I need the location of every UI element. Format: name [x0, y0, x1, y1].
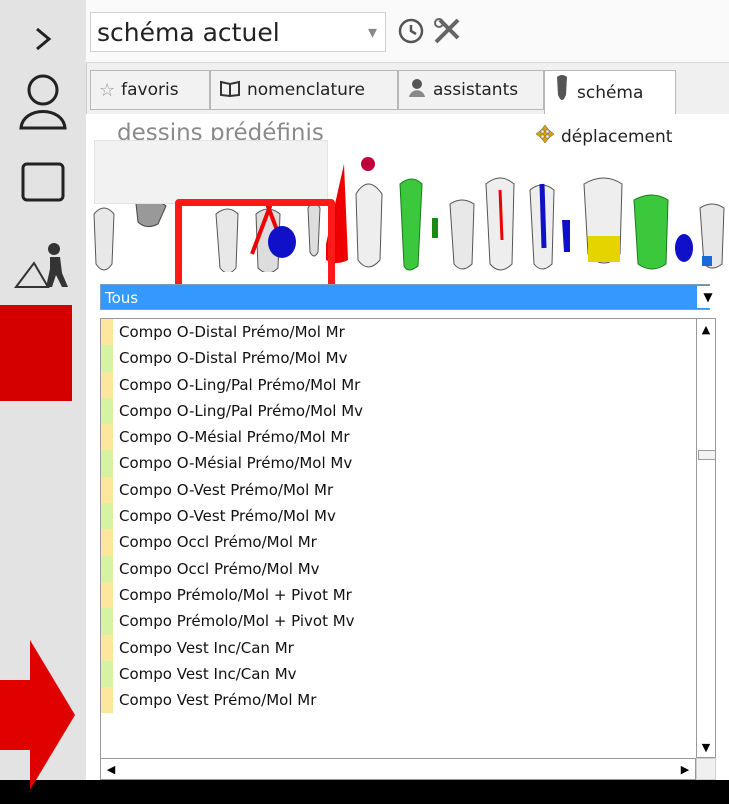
tab-bar: ☆ favoris nomenclature assistants schéma [86, 62, 729, 115]
worker-icon[interactable] [14, 236, 72, 294]
list-item-label: Compo O-Vest Prémo/Mol Mr [119, 480, 334, 499]
redacted-area [94, 140, 328, 204]
list-item-label: Compo Vest Prémo/Mol Mr [119, 691, 317, 710]
annotation-arrow-shape [0, 305, 72, 401]
scroll-down-icon[interactable]: ▼ [697, 737, 715, 757]
patient-icon[interactable] [14, 72, 72, 130]
list-item[interactable]: Compo Prémolo/Mol + Pivot Mv [101, 608, 697, 635]
app-window: schéma actuel ▾ ☆ favoris nomenclature a… [0, 0, 729, 780]
list-item[interactable]: Compo O-Mésial Prémo/Mol Mv [101, 450, 697, 477]
tab-favoris[interactable]: ☆ favoris [90, 70, 210, 110]
chevron-down-icon[interactable]: ▾ [368, 13, 377, 53]
list-item[interactable]: Compo O-Vest Prémo/Mol Mr [101, 476, 697, 504]
scroll-up-icon[interactable]: ▲ [697, 319, 715, 339]
tooth-icon [553, 73, 571, 112]
tab-label: nomenclature [247, 80, 365, 100]
list-item-label: Compo Occl Prémo/Mol Mv [119, 559, 320, 578]
schema-panel: dessins prédéfinis déplacement Tous ▼ Co… [86, 114, 729, 780]
scheme-select-value: schéma actuel [97, 18, 280, 47]
list-item[interactable]: Compo Occl Prémo/Mol Mr [101, 529, 697, 556]
tab-label: assistants [433, 80, 519, 100]
list-item-label: Compo O-Ling/Pal Prémo/Mol Mr [119, 375, 361, 394]
list-item[interactable]: Compo O-Ling/Pal Prémo/Mol Mv [101, 397, 697, 425]
list-item-label: Compo Occl Prémo/Mol Mr [119, 533, 317, 552]
assistant-icon [407, 78, 427, 103]
list-item-label: Compo O-Distal Prémo/Mol Mr [119, 323, 345, 341]
tooth-drawing[interactable] [675, 234, 693, 262]
drawing-list: Compo O-Distal Prémo/Mol Mr Compo O-Dist… [100, 318, 697, 760]
tooth-drawing[interactable] [529, 183, 555, 270]
scheme-select[interactable]: schéma actuel ▾ [90, 12, 386, 52]
history-icon[interactable] [394, 14, 428, 48]
list-item[interactable]: Compo O-Distal Prémo/Mol Mr [101, 319, 697, 346]
tooth-drawing[interactable] [449, 199, 475, 270]
highlight-box [175, 199, 335, 295]
book-icon [219, 79, 241, 102]
vertical-scrollbar[interactable]: ▲ ▼ [696, 318, 716, 758]
list-item[interactable]: Compo O-Distal Prémo/Mol Mv [101, 345, 697, 372]
tooth-drawing[interactable] [432, 218, 438, 238]
scroll-left-icon[interactable]: ◀ [101, 759, 121, 779]
tab-schema[interactable]: schéma [544, 70, 676, 115]
tab-nomenclature[interactable]: nomenclature [210, 70, 398, 110]
scrollbar-thumb[interactable] [698, 450, 716, 460]
list-item[interactable]: Compo Vest Prémo/Mol Mr [101, 687, 697, 714]
tooth-drawing[interactable] [399, 178, 423, 271]
tooth-drawing[interactable] [355, 157, 383, 268]
scheme-toolbar: schéma actuel ▾ [86, 0, 729, 63]
scroll-right-icon[interactable]: ▶ [675, 759, 695, 779]
tab-label: schéma [577, 82, 644, 103]
tab-assistants[interactable]: assistants [398, 70, 544, 110]
tools-icon[interactable] [430, 14, 464, 48]
list-item[interactable]: Compo O-Vest Prémo/Mol Mv [101, 503, 697, 530]
list-item[interactable]: Compo Vest Inc/Can Mr [101, 634, 697, 661]
star-icon: ☆ [99, 79, 116, 101]
list-item-label: Compo O-Ling/Pal Prémo/Mol Mv [119, 401, 364, 420]
list-item-label: Compo O-Mésial Prémo/Mol Mv [119, 454, 353, 473]
list-item-label: Compo O-Distal Prémo/Mol Mv [119, 349, 348, 368]
list-item-label: Compo O-Mésial Prémo/Mol Mr [119, 428, 350, 447]
tooth-drawing[interactable] [633, 194, 669, 270]
annotation-arrow-icon [0, 640, 75, 790]
calendar-icon[interactable] [14, 140, 72, 202]
tooth-drawing[interactable] [485, 177, 515, 271]
list-item-label: Compo Prémolo/Mol + Pivot Mr [119, 585, 352, 604]
tooth-drawing[interactable] [562, 220, 570, 252]
chevron-down-icon[interactable]: ▼ [697, 286, 719, 308]
list-item-label: Compo O-Vest Prémo/Mol Mv [119, 507, 336, 526]
tab-label: favoris [121, 80, 179, 100]
list-item[interactable]: Compo Prémolo/Mol + Pivot Mr [101, 581, 697, 609]
filter-select[interactable]: Tous [100, 284, 710, 310]
tooth-drawing[interactable] [93, 207, 115, 271]
list-item[interactable]: Compo O-Ling/Pal Prémo/Mol Mr [101, 371, 697, 398]
list-item-label: Compo Prémolo/Mol + Pivot Mv [119, 612, 355, 631]
chevron-right-icon[interactable] [14, 10, 72, 68]
list-item[interactable]: Compo Vest Inc/Can Mv [101, 660, 697, 688]
list-item[interactable]: Compo O-Mésial Prémo/Mol Mr [101, 424, 697, 451]
tooth-drawing[interactable] [583, 177, 623, 264]
list-item-label: Compo Vest Inc/Can Mr [119, 638, 294, 657]
filter-value: Tous [105, 289, 139, 307]
list-item[interactable]: Compo Occl Prémo/Mol Mv [101, 555, 697, 582]
tooth-drawing[interactable] [699, 203, 725, 269]
scrollbar-corner [696, 758, 716, 780]
horizontal-scrollbar[interactable]: ◀ ▶ [100, 758, 696, 780]
list-item-label: Compo Vest Inc/Can Mv [119, 664, 297, 683]
